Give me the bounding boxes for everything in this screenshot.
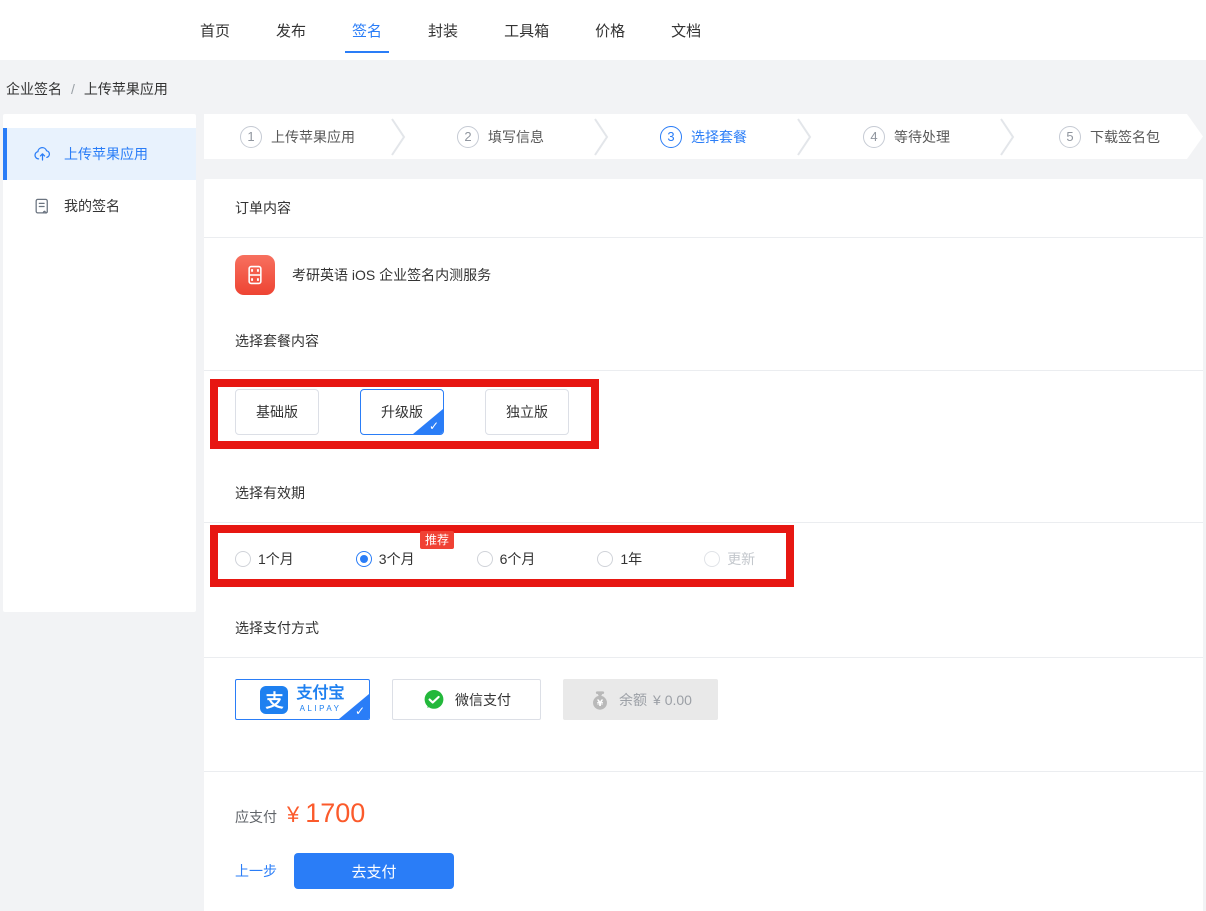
balance-button: ¥ 余额 ¥ 0.00: [563, 679, 718, 720]
nav-item-package[interactable]: 封装: [428, 20, 458, 41]
breadcrumb-parent[interactable]: 企业签名: [6, 81, 62, 97]
alipay-logo-icon: 支: [260, 686, 288, 714]
radio-1-year[interactable]: 1年: [597, 549, 642, 569]
package-option-upgrade[interactable]: 升级版 ✓: [360, 389, 444, 435]
chevron-right-icon: [1000, 115, 1016, 159]
radio-renew: 更新: [704, 549, 755, 569]
sidebar-item-label: 上传苹果应用: [64, 144, 148, 164]
payment-section-title: 选择支付方式: [204, 599, 1203, 658]
payable-label: 应支付: [235, 807, 277, 827]
step-label: 选择套餐: [691, 127, 747, 147]
step-label: 下载签名包: [1090, 127, 1160, 147]
wizard-step-3: 3 选择套餐: [610, 126, 797, 148]
app-name: 考研英语 iOS 企业签名内测服务: [292, 265, 491, 285]
sidebar: 上传苹果应用 我的签名: [3, 114, 196, 612]
money-bag-icon: ¥: [589, 689, 611, 711]
validity-options-row: 推荐 1个月 3个月 6个月: [204, 523, 1203, 599]
order-card: 订单内容 考研英语 iOS 企业签名内测服务 选: [204, 179, 1203, 911]
nav-item-publish[interactable]: 发布: [276, 20, 306, 41]
step-label: 上传苹果应用: [271, 127, 355, 147]
balance-label: 余额: [619, 690, 647, 710]
wechat-pay-button[interactable]: 微信支付: [392, 679, 541, 720]
alipay-label: 支付宝: [296, 686, 344, 702]
sidebar-item-label: 我的签名: [64, 196, 120, 216]
package-option-basic[interactable]: 基础版: [235, 389, 319, 435]
balance-amount: ¥ 0.00: [653, 692, 692, 708]
cloud-upload-icon: [33, 145, 52, 164]
chevron-right-icon: [594, 115, 610, 159]
radio-label: 1年: [620, 549, 642, 569]
wechat-icon: [422, 688, 446, 712]
radio-label: 3个月: [379, 549, 415, 569]
step-label: 填写信息: [488, 127, 544, 147]
radio-icon: [704, 551, 720, 567]
price-amount: 1700: [305, 798, 365, 829]
nav-item-toolbox[interactable]: 工具箱: [504, 20, 549, 41]
price-currency: ¥: [287, 802, 299, 828]
nav-item-docs[interactable]: 文档: [671, 20, 701, 41]
recommend-badge: 推荐: [420, 531, 454, 549]
sidebar-item-my-signatures[interactable]: 我的签名: [3, 180, 196, 232]
check-icon: ✓: [355, 705, 365, 717]
wizard-step-5: 5 下载签名包: [1016, 126, 1203, 148]
radio-6-months[interactable]: 6个月: [477, 549, 536, 569]
chevron-right-icon: [797, 115, 813, 159]
svg-text:¥: ¥: [597, 697, 604, 708]
prev-step-link[interactable]: 上一步: [235, 861, 277, 881]
alipay-button[interactable]: 支 支付宝 ALIPAY ✓: [235, 679, 370, 720]
radio-label: 更新: [727, 549, 755, 569]
radio-icon: [356, 551, 372, 567]
validity-section-title: 选择有效期: [204, 464, 1203, 523]
step-number: 3: [660, 126, 682, 148]
package-option-label: 升级版: [381, 402, 423, 422]
package-option-label: 独立版: [506, 402, 548, 422]
radio-icon: [477, 551, 493, 567]
breadcrumb: 企业签名 / 上传苹果应用: [0, 60, 1206, 114]
nav-item-home[interactable]: 首页: [200, 20, 230, 41]
package-section-title: 选择套餐内容: [204, 312, 1203, 371]
radio-label: 1个月: [258, 549, 294, 569]
step-number: 5: [1059, 126, 1081, 148]
package-option-label: 基础版: [256, 402, 298, 422]
radio-label: 6个月: [500, 549, 536, 569]
radio-icon: [597, 551, 613, 567]
wizard-step-4: 4 等待处理: [813, 126, 1000, 148]
nav-item-pricing[interactable]: 价格: [595, 20, 625, 41]
radio-3-months[interactable]: 3个月: [356, 549, 415, 569]
wizard-step-2: 2 填写信息: [407, 126, 594, 148]
check-icon: ✓: [429, 420, 439, 432]
breadcrumb-separator: /: [71, 81, 75, 97]
step-label: 等待处理: [894, 127, 950, 147]
step-number: 2: [457, 126, 479, 148]
chevron-right-icon: [391, 115, 407, 159]
wechat-pay-label: 微信支付: [455, 690, 511, 710]
step-number: 1: [240, 126, 262, 148]
page: 首页 发布 签名 封装 工具箱 价格 文档 企业签名 / 上传苹果应用 上传苹果应用: [0, 0, 1206, 911]
nav-item-signature[interactable]: 签名: [352, 20, 382, 41]
checkout-section: 应支付 ¥ 1700 上一步 去支付: [204, 772, 1203, 911]
radio-1-month[interactable]: 1个月: [235, 549, 294, 569]
wizard-step-1: 1 上传苹果应用: [204, 126, 391, 148]
sidebar-item-upload-app[interactable]: 上传苹果应用: [3, 128, 196, 180]
breadcrumb-current: 上传苹果应用: [84, 81, 168, 97]
signature-doc-icon: [33, 197, 52, 216]
app-icon: [235, 255, 275, 295]
package-option-standalone[interactable]: 独立版: [485, 389, 569, 435]
order-app-row: 考研英语 iOS 企业签名内测服务: [204, 238, 1203, 312]
payment-methods-row: 支 支付宝 ALIPAY ✓: [204, 658, 1203, 772]
alipay-sublabel: ALIPAY: [300, 705, 342, 713]
package-options-row: 基础版 升级版 ✓ 独立版: [204, 371, 1203, 464]
pay-button[interactable]: 去支付: [294, 853, 454, 889]
order-section-title: 订单内容: [204, 179, 1203, 238]
step-wizard: 1 上传苹果应用 2 填写信息 3 选择套餐: [204, 114, 1203, 159]
step-number: 4: [863, 126, 885, 148]
top-navigation: 首页 发布 签名 封装 工具箱 价格 文档: [0, 0, 1206, 60]
radio-icon: [235, 551, 251, 567]
